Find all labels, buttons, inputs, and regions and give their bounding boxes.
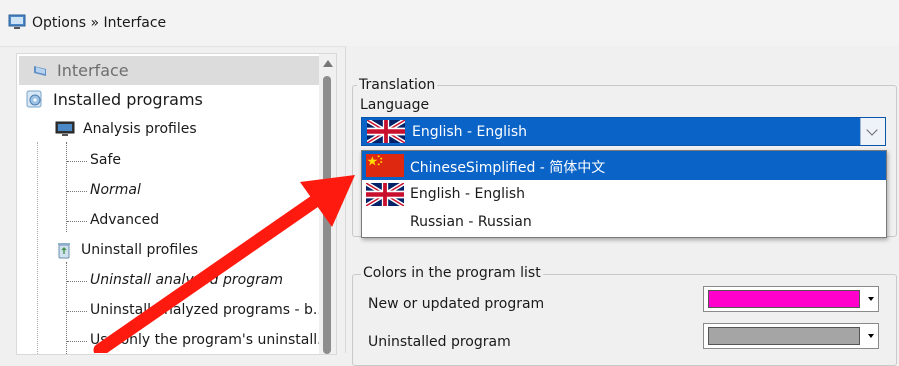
new-updated-program-label: New or updated program [368, 296, 545, 312]
recycle-bin-icon [58, 243, 70, 259]
uninstalled-program-label: Uninstalled program [368, 334, 511, 350]
installed-programs-icon [26, 90, 42, 108]
new-updated-color-select[interactable] [703, 286, 879, 312]
window-title: Options » Interface [32, 15, 167, 31]
tree-item-label: Installed programs [53, 89, 203, 109]
language-dropdown-button[interactable] [860, 118, 885, 145]
uninstalled-color-select[interactable] [703, 323, 879, 349]
tree-item-label: Interface [57, 61, 129, 80]
scroll-thumb[interactable] [323, 76, 331, 354]
language-select-value: English - English [412, 124, 528, 140]
tree-item-installed-programs[interactable]: Installed programs [25, 89, 203, 109]
app-icon [8, 14, 26, 29]
language-option-chinese[interactable]: ChineseSimplified - 简体中文 [362, 151, 886, 180]
language-dropdown-list[interactable]: ChineseSimplified - 简体中文 English - Engli… [361, 150, 887, 238]
tree-item-uninstall-analyzed-multiple[interactable]: Uninstall analyzed programs - b... [90, 302, 320, 318]
dropdown-caret-icon [868, 297, 874, 301]
color-swatch [708, 327, 860, 345]
chevron-down-icon [866, 124, 878, 136]
language-option-label: ChineseSimplified - 简体中文 [410, 160, 606, 176]
uk-flag-icon [367, 120, 405, 143]
tree-item-normal[interactable]: Normal [90, 182, 141, 198]
tree-item-label: Use only the program's uninstall... [90, 332, 320, 348]
dropdown-caret-icon [868, 334, 874, 338]
language-option-english[interactable]: English - English [362, 180, 886, 209]
language-label: Language [360, 97, 430, 113]
translation-group-label: Translation [357, 77, 438, 93]
tree-item-uninstall-profiles[interactable]: Uninstall profiles [55, 241, 198, 259]
china-flag-icon [366, 154, 404, 177]
tree-item-label: Analysis profiles [83, 121, 197, 137]
tree-item-use-only-uninstaller[interactable]: Use only the program's uninstall... [90, 332, 320, 348]
monitor-icon [55, 121, 75, 136]
scroll-up-arrow-icon[interactable] [323, 60, 333, 67]
tree-item-analysis-profiles[interactable]: Analysis profiles [55, 121, 197, 137]
options-tree[interactable]: Interface Installed programs Analysis pr… [16, 53, 320, 355]
tree-item-label: Safe [90, 152, 122, 168]
tree-item-label: Uninstall profiles [81, 242, 198, 258]
title-bar: Options » Interface [0, 0, 899, 47]
interface-icon [34, 65, 46, 76]
uk-flag-icon [366, 183, 404, 206]
tree-item-uninstall-analyzed[interactable]: Uninstall analyzed program [90, 272, 283, 288]
tree-item-advanced[interactable]: Advanced [90, 212, 159, 228]
language-option-label: Russian - Russian [410, 214, 532, 230]
tree-item-label: Uninstall analyzed program [90, 272, 284, 288]
tree-scrollbar[interactable] [319, 53, 337, 355]
language-select[interactable]: English - English [361, 117, 886, 146]
tree-item-interface[interactable]: Interface [19, 56, 320, 85]
colors-group-label: Colors in the program list [361, 265, 543, 281]
color-swatch [708, 290, 860, 308]
tree-item-label: Normal [90, 182, 141, 198]
tree-item-safe[interactable]: Safe [90, 152, 121, 168]
tree-item-label: Uninstall analyzed programs - b... [90, 302, 320, 318]
tree-item-label: Advanced [90, 212, 160, 228]
language-option-russian[interactable]: Russian - Russian [362, 208, 886, 237]
language-option-label: English - English [410, 186, 526, 202]
